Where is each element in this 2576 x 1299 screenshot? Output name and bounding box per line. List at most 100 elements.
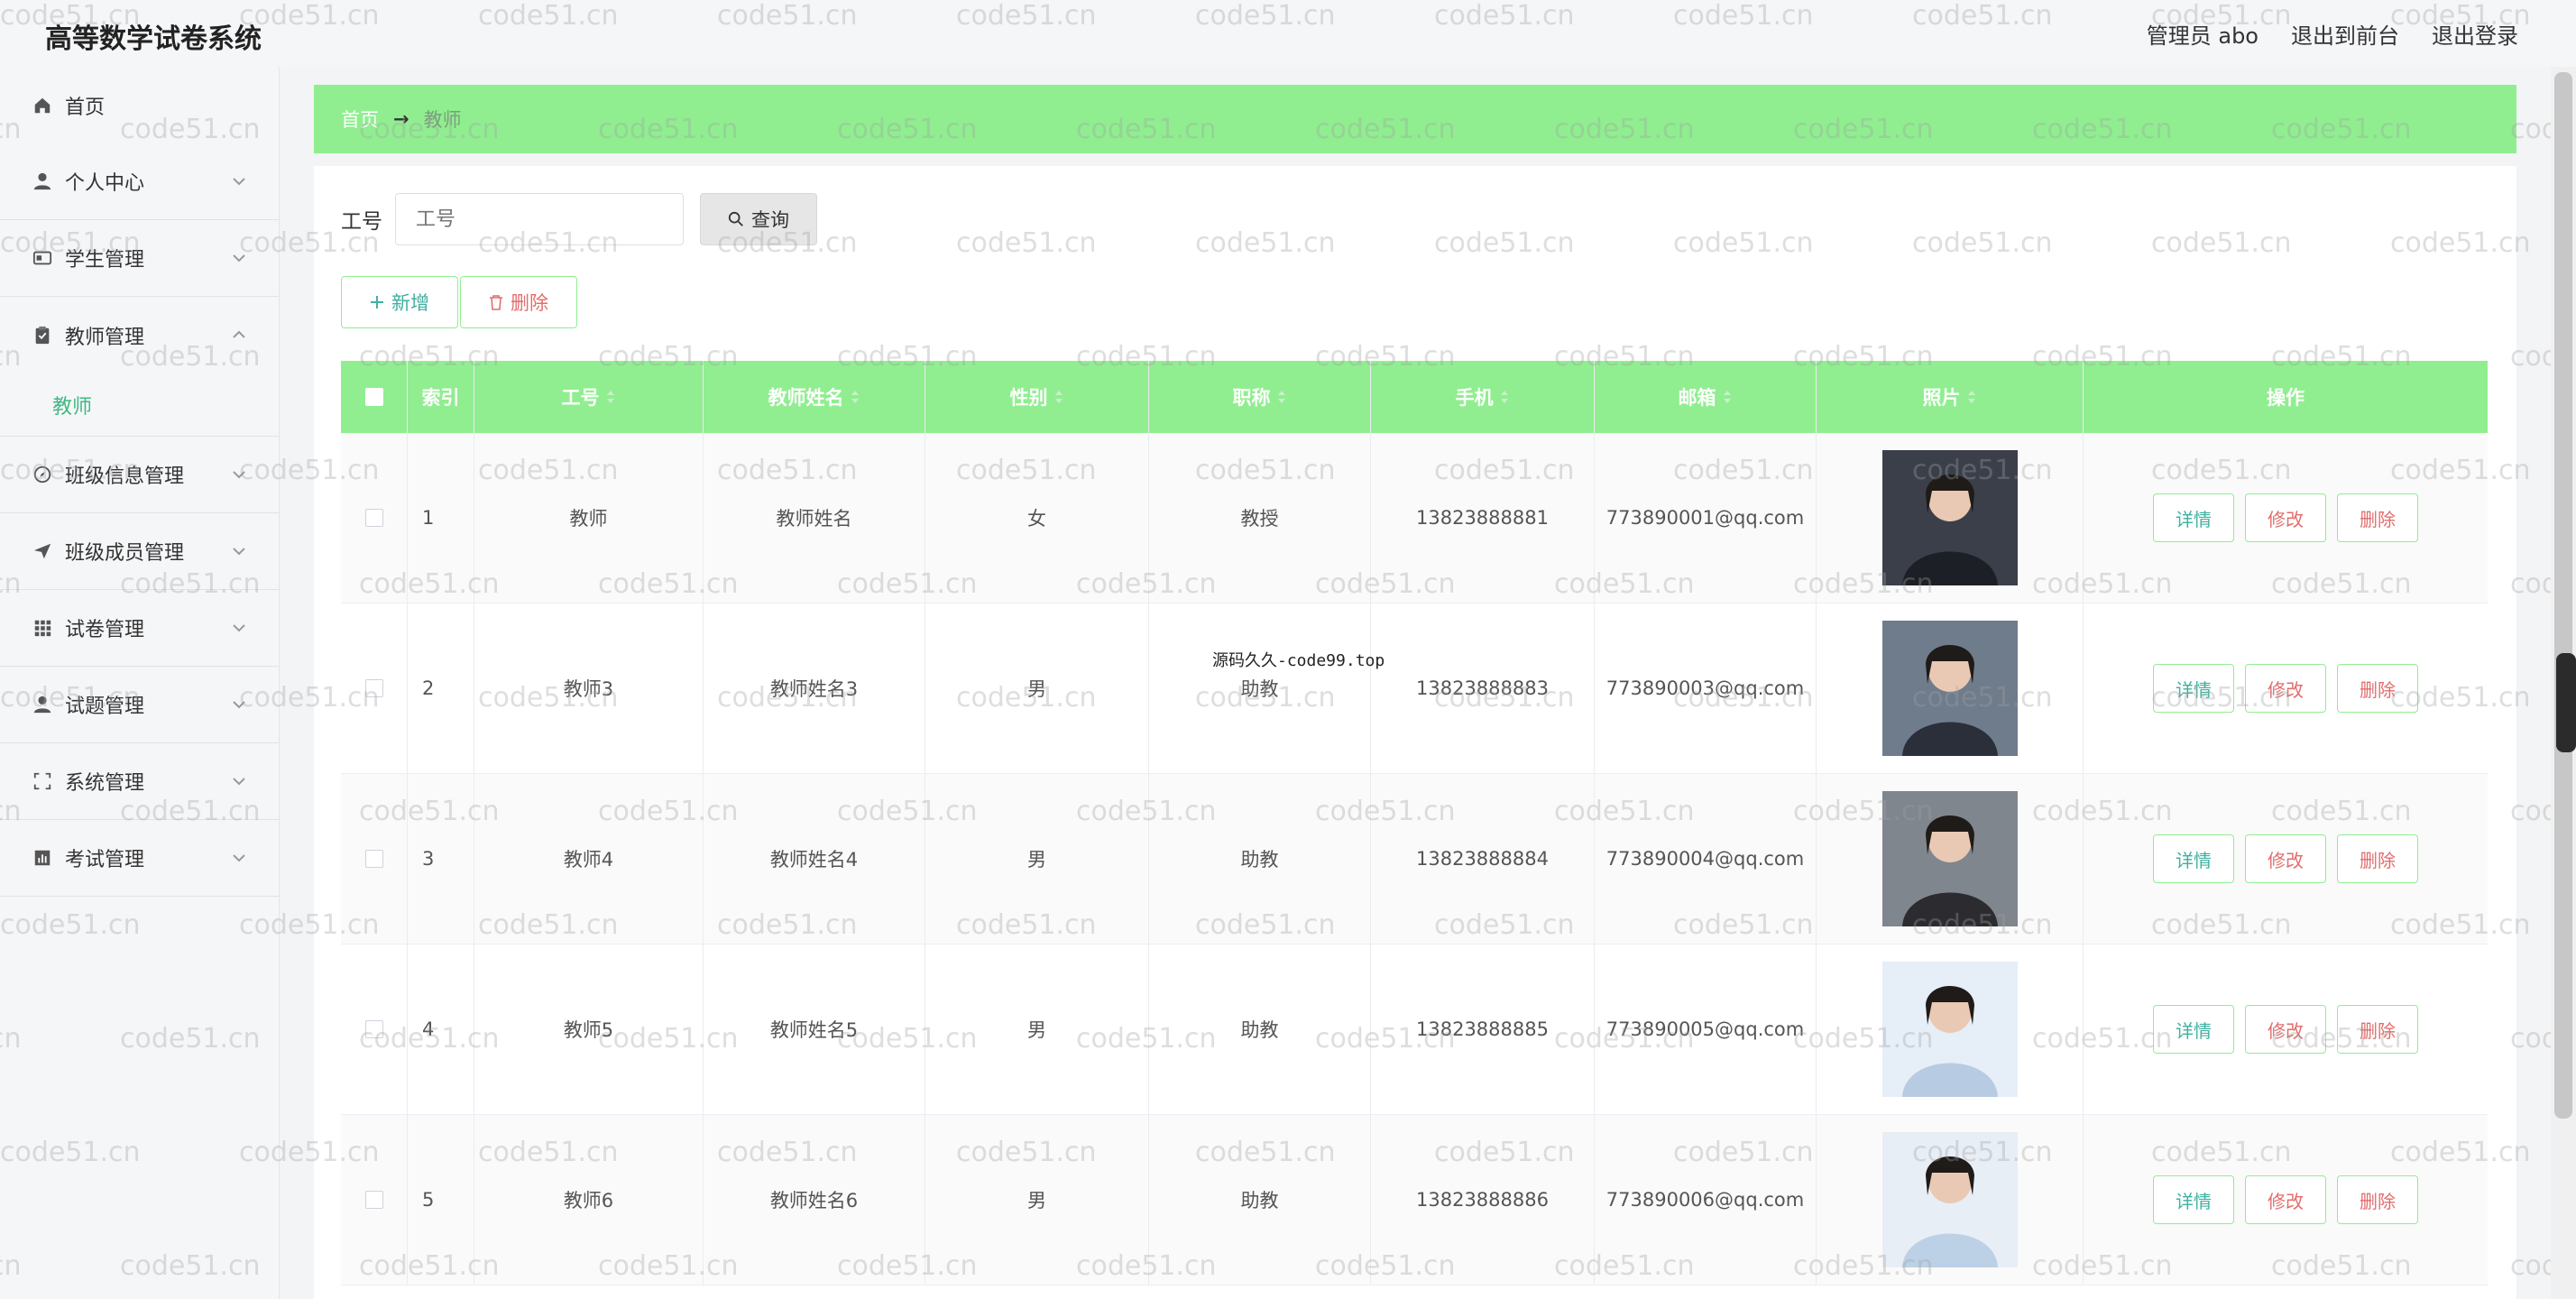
breadcrumb-home[interactable]: 首页	[341, 106, 379, 133]
search-button[interactable]: 查询	[700, 193, 817, 245]
sidebar-item-exams[interactable]: 考试管理	[0, 820, 279, 897]
cell-gender: 男	[925, 1115, 1149, 1285]
home-icon	[31, 94, 54, 117]
delete-row-button[interactable]: 删除	[2337, 664, 2418, 713]
sidebar-item-home[interactable]: 首页	[0, 67, 279, 143]
batch-delete-button[interactable]: 删除	[460, 276, 577, 328]
search-icon	[728, 211, 743, 226]
edit-button[interactable]: 修改	[2245, 664, 2326, 713]
delete-row-button[interactable]: 删除	[2337, 1175, 2418, 1224]
detail-button[interactable]: 详情	[2153, 493, 2234, 542]
cell-id: 教师	[474, 433, 704, 603]
cell-name: 教师姓名3	[704, 603, 925, 773]
scrollbar-thumb[interactable]	[2554, 72, 2572, 1119]
sidebar-subitem-teacher[interactable]: 教师	[0, 373, 279, 437]
sidebar-item-label: 班级信息管理	[65, 465, 185, 488]
sidebar-item-students[interactable]: 学生管理	[0, 220, 279, 297]
grid-icon	[31, 616, 54, 640]
table-row: 4 教师5 教师姓名5 男助教 13823888885 773890005@qq.com 详…	[341, 944, 2488, 1115]
header-photo[interactable]: 照片	[1817, 361, 2084, 433]
sort-icon[interactable]	[850, 390, 860, 404]
sidebar-item-label: 试卷管理	[65, 619, 145, 641]
edit-button[interactable]: 修改	[2245, 493, 2326, 542]
sort-icon[interactable]	[1053, 390, 1064, 404]
cell-title: 助教	[1149, 1115, 1371, 1285]
detail-button[interactable]: 详情	[2153, 1175, 2234, 1224]
table-header: 索引 工号 教师姓名 性别 职称 手机 邮箱 照片 操作	[341, 361, 2488, 433]
header-title[interactable]: 职称	[1149, 361, 1371, 433]
sidebar-item-class-members[interactable]: 班级成员管理	[0, 513, 279, 590]
cell-phone: 13823888886	[1371, 1115, 1595, 1285]
cell-id: 教师6	[474, 1115, 704, 1285]
sort-icon[interactable]	[1499, 390, 1510, 404]
row-checkbox[interactable]	[364, 509, 383, 527]
admin-user-link[interactable]: 管理员 abo	[2147, 18, 2259, 50]
cell-email: 773890003@qq.com	[1595, 603, 1817, 773]
sort-icon[interactable]	[1966, 390, 1977, 404]
header-label: 职称	[1232, 387, 1271, 409]
cell-ops: 详情 修改 删除	[2084, 1115, 2488, 1285]
cell-ops: 详情 修改 删除	[2084, 774, 2488, 944]
header-phone[interactable]: 手机	[1371, 361, 1595, 433]
detail-button[interactable]: 详情	[2153, 1005, 2234, 1054]
row-checkbox[interactable]	[364, 1191, 383, 1209]
delete-row-button[interactable]: 删除	[2337, 493, 2418, 542]
chevron-down-icon	[233, 548, 245, 556]
sidebar-item-papers[interactable]: 试卷管理	[0, 590, 279, 667]
sidebar-item-label: 教师管理	[65, 326, 145, 349]
teacher-photo[interactable]	[1881, 1132, 2018, 1267]
header-email[interactable]: 邮箱	[1595, 361, 1817, 433]
cell-index: 2	[408, 603, 474, 773]
header-id[interactable]: 工号	[474, 361, 704, 433]
sort-icon[interactable]	[1276, 390, 1287, 404]
sort-icon[interactable]	[605, 390, 616, 404]
delete-row-button[interactable]: 删除	[2337, 834, 2418, 883]
logout-link[interactable]: 退出登录	[2432, 18, 2518, 50]
search-input[interactable]	[395, 193, 684, 245]
table-row: 5 教师6 教师姓名6 男助教 13823888886 773890006@qq.com 详…	[341, 1115, 2488, 1285]
row-actions: 详情 修改 删除	[2153, 493, 2418, 542]
cell-email: 773890006@qq.com	[1595, 1115, 1817, 1285]
sidebar-item-teachers[interactable]: 教师管理	[0, 297, 279, 373]
sidebar-item-label: 系统管理	[65, 772, 145, 795]
top-bar: 高等数学试卷系统 管理员 abo 退出到前台 退出登录	[0, 0, 2576, 67]
teacher-photo[interactable]	[1881, 962, 2018, 1097]
teacher-photo[interactable]	[1881, 450, 2018, 585]
row-checkbox[interactable]	[364, 850, 383, 868]
select-all-checkbox[interactable]	[364, 388, 383, 406]
header-label: 工号	[561, 387, 600, 409]
cell-email: 773890005@qq.com	[1595, 944, 1817, 1114]
row-checkbox[interactable]	[364, 679, 383, 697]
edit-button[interactable]: 修改	[2245, 1005, 2326, 1054]
add-button[interactable]: 新增	[341, 276, 458, 328]
sidebar-item-questions[interactable]: 试题管理	[0, 667, 279, 743]
scrollbar-handle[interactable]	[2556, 653, 2576, 752]
sidebar-item-label: 考试管理	[65, 849, 145, 871]
row-checkbox[interactable]	[364, 1020, 383, 1038]
watermark-note: 源码久久-code99.top	[1212, 651, 1385, 670]
detail-button[interactable]: 详情	[2153, 664, 2234, 713]
table-row: 3 教师4 教师姓名4 男助教 13823888884 773890004@qq.com 详…	[341, 774, 2488, 944]
sidebar-item-personal[interactable]: 个人中心	[0, 143, 279, 220]
teacher-photo[interactable]	[1881, 621, 2018, 756]
edit-button[interactable]: 修改	[2245, 1175, 2326, 1224]
edit-button[interactable]: 修改	[2245, 834, 2326, 883]
header-gender[interactable]: 性别	[925, 361, 1149, 433]
header-name[interactable]: 教师姓名	[704, 361, 925, 433]
page-scrollbar[interactable]	[2551, 67, 2576, 1299]
cell-title: 助教	[1149, 603, 1371, 773]
delete-row-button[interactable]: 删除	[2337, 1005, 2418, 1054]
clipboard-icon	[31, 324, 54, 347]
chevron-down-icon	[233, 471, 245, 479]
app-title: 高等数学试卷系统	[45, 23, 262, 55]
sidebar-item-system[interactable]: 系统管理	[0, 743, 279, 820]
detail-button[interactable]: 详情	[2153, 834, 2234, 883]
cell-phone: 13823888885	[1371, 944, 1595, 1114]
teacher-photo[interactable]	[1881, 791, 2018, 926]
sidebar-item-class-info[interactable]: 班级信息管理	[0, 437, 279, 513]
sort-icon[interactable]	[1722, 390, 1733, 404]
back-to-front-link[interactable]: 退出到前台	[2291, 18, 2399, 50]
cell-id: 教师5	[474, 944, 704, 1114]
cell-index: 5	[408, 1115, 474, 1285]
header-select-all[interactable]	[341, 361, 408, 433]
